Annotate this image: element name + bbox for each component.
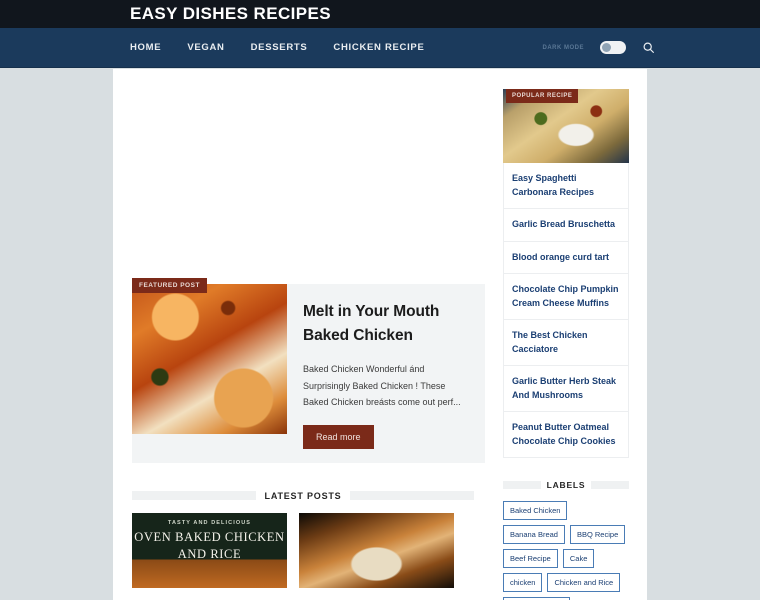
site-title: EASY DISHES RECIPES: [130, 4, 331, 23]
toggle-knob: [602, 43, 611, 52]
featured-post-image[interactable]: [132, 284, 287, 434]
popular-recipe-badge: POPULAR RECIPE: [506, 89, 579, 103]
latest-posts-cards: TASTY AND DELICIOUS OVEN BAKED CHICKEN A…: [132, 512, 474, 588]
label-chip[interactable]: Cake: [562, 549, 595, 568]
labels-heading: LABELS: [503, 480, 629, 490]
nav-item-vegan[interactable]: VEGAN: [187, 42, 224, 53]
list-item[interactable]: Garlic Bread Bruschetta: [504, 209, 628, 242]
popular-recipe-list: Easy Spaghetti Carbonara Recipes Garlic …: [503, 163, 629, 458]
labels-label: LABELS: [546, 480, 586, 490]
featured-post-card[interactable]: Melt in Your Mouth Baked Chicken Baked C…: [132, 284, 485, 463]
page-root: EASY DISHES RECIPES HOME VEGAN DESSERTS …: [0, 0, 760, 600]
nav-item-desserts[interactable]: DESSERTS: [251, 42, 308, 53]
search-icon[interactable]: [642, 41, 655, 54]
nav-right-controls: DARK MODE: [543, 41, 656, 54]
main-navigation: HOME VEGAN DESSERTS CHICKEN RECIPE DARK …: [0, 28, 760, 68]
label-chip[interactable]: Baked Chicken: [503, 501, 568, 520]
label-chip[interactable]: Banana Bread: [503, 525, 565, 544]
nav-links: HOME VEGAN DESSERTS CHICKEN RECIPE: [130, 42, 425, 53]
nav-item-chicken-recipe[interactable]: CHICKEN RECIPE: [333, 42, 424, 53]
label-chip[interactable]: Chicken and Rice: [547, 573, 621, 592]
labels-rule-left: [503, 481, 541, 489]
read-more-button[interactable]: Read more: [303, 424, 374, 449]
latest-post-image-bread[interactable]: [299, 512, 454, 588]
label-chip[interactable]: chicken: [503, 573, 543, 592]
dark-mode-toggle[interactable]: [600, 41, 626, 54]
main-column: FEATURED POST Melt in Your Mouth Baked C…: [113, 69, 493, 600]
featured-post-body: Melt in Your Mouth Baked Chicken Baked C…: [287, 284, 485, 463]
sidebar: POPULAR RECIPE Easy Spaghetti Carbonara …: [493, 69, 647, 600]
list-item[interactable]: The Best Chicken Cacciatore: [504, 320, 628, 366]
list-item[interactable]: Blood orange curd tart: [504, 242, 628, 274]
latest-posts-label: LATEST POSTS: [264, 490, 342, 501]
nav-item-home[interactable]: HOME: [130, 42, 161, 53]
list-item[interactable]: Peanut Butter Oatmeal Chocolate Chip Coo…: [504, 412, 628, 457]
latest-posts-heading: LATEST POSTS: [132, 491, 474, 501]
latest-post-image-oven-baked[interactable]: TASTY AND DELICIOUS OVEN BAKED CHICKEN A…: [132, 512, 287, 588]
latest-post-overlay-title: OVEN BAKED CHICKEN AND RICE: [134, 529, 285, 561]
label-chip[interactable]: BBQ Recipe: [569, 525, 626, 544]
popular-recipe-widget: POPULAR RECIPE Easy Spaghetti Carbonara …: [503, 89, 639, 458]
title-bar: EASY DISHES RECIPES: [0, 0, 760, 28]
list-item[interactable]: Chocolate Chip Pumpkin Cream Cheese Muff…: [504, 274, 628, 320]
latest-post-card-2[interactable]: [299, 512, 454, 588]
ad-slot: [113, 69, 493, 284]
list-item[interactable]: Easy Spaghetti Carbonara Recipes: [504, 163, 628, 209]
latest-post-card-1[interactable]: TASTY AND DELICIOUS OVEN BAKED CHICKEN A…: [132, 512, 287, 588]
latest-post-kicker: TASTY AND DELICIOUS: [167, 519, 252, 526]
featured-post-title[interactable]: Melt in Your Mouth Baked Chicken: [303, 300, 471, 348]
dark-mode-label: DARK MODE: [542, 44, 584, 51]
featured-post-section: FEATURED POST Melt in Your Mouth Baked C…: [113, 278, 493, 463]
content-shell: FEATURED POST Melt in Your Mouth Baked C…: [113, 69, 647, 600]
featured-post-snippet: Baked Chicken Wonderful ánd Surprisingly…: [303, 364, 461, 408]
featured-post-badge: FEATURED POST: [132, 278, 207, 293]
heading-rule-left: [132, 491, 256, 501]
list-item[interactable]: Garlic Butter Herb Steak And Mushrooms: [504, 366, 628, 412]
heading-rule-right: [350, 491, 474, 501]
label-chip-list: Baked Chicken Banana Bread BBQ Recipe Be…: [503, 501, 633, 600]
labels-rule-right: [591, 481, 629, 489]
label-chip[interactable]: Beef Recipe: [503, 549, 558, 568]
